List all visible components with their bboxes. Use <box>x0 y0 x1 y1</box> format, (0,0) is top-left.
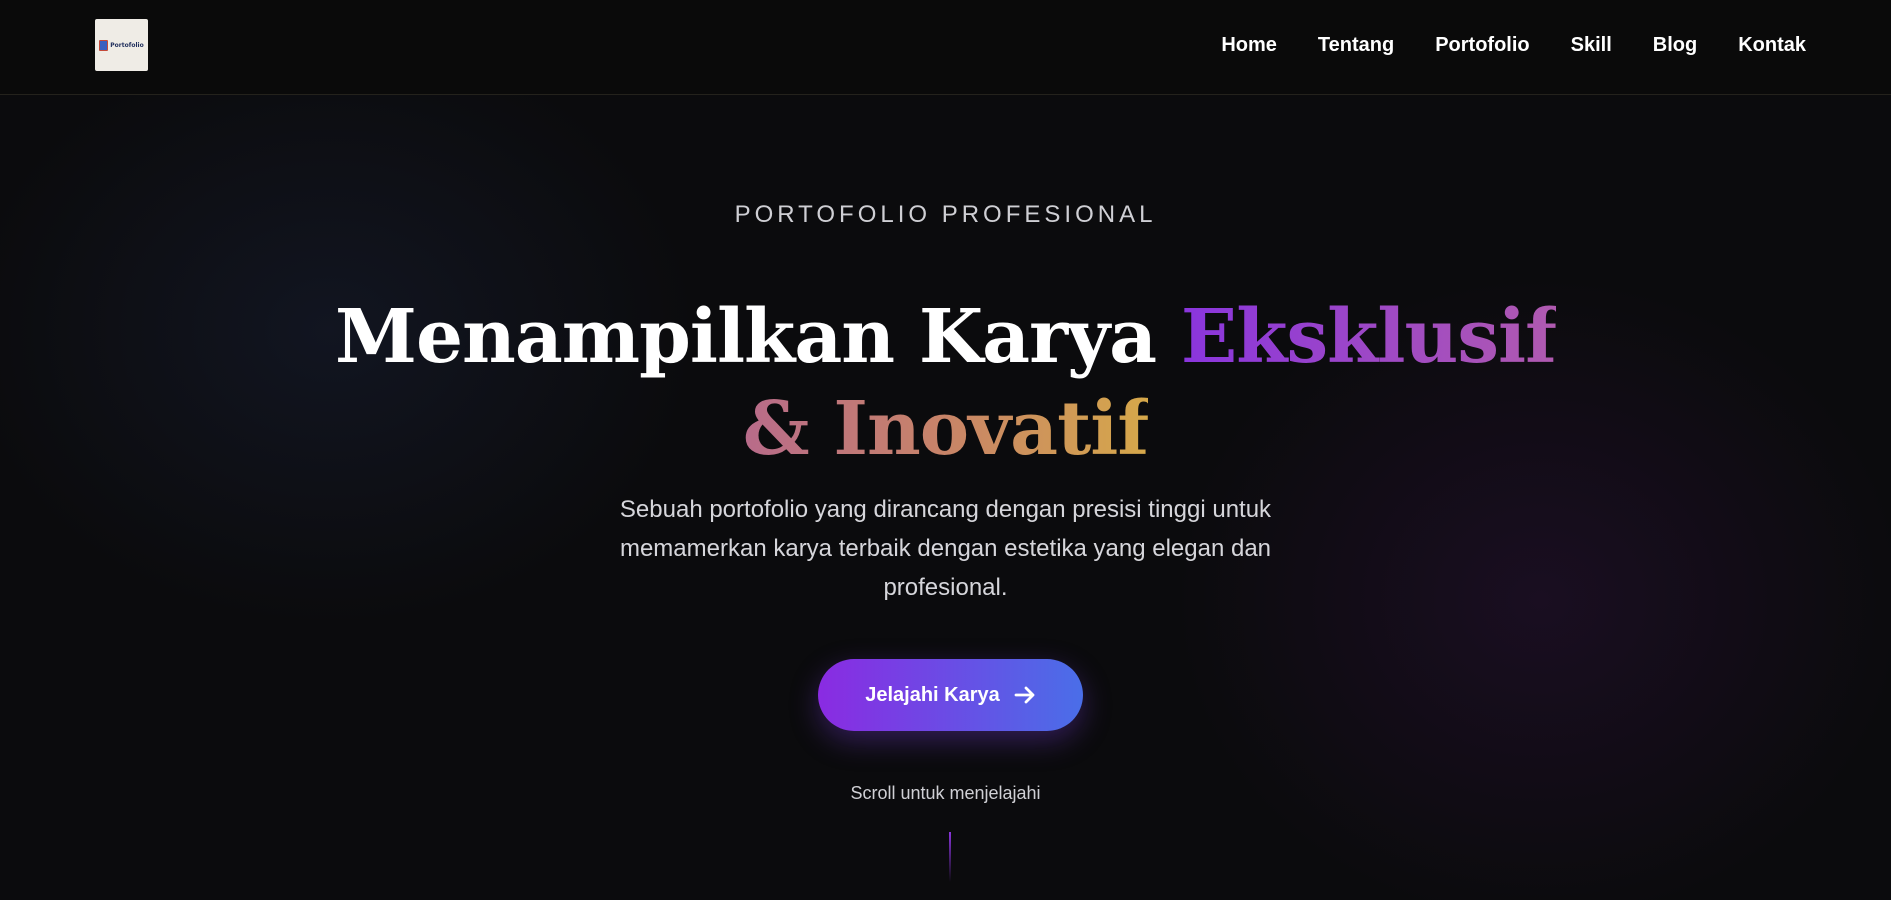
headline-plain: Menampilkan Karya <box>335 294 1181 380</box>
explore-work-label: Jelajahi Karya <box>865 683 1000 706</box>
scroll-hint: Scroll untuk menjelajahi <box>850 783 1041 803</box>
headline-accent-inovatif: & Inovatif <box>742 386 1149 472</box>
main-nav: Home Tentang Portofolio Skill Blog Konta… <box>1221 0 1806 90</box>
site-header: Portofolio Home Tentang Portofolio Skill… <box>0 0 1891 95</box>
hero-eyebrow: PORTOFOLIO PROFESIONAL <box>734 201 1157 228</box>
nav-link-kontak[interactable]: Kontak <box>1738 34 1806 57</box>
nav-link-portofolio[interactable]: Portofolio <box>1435 34 1529 57</box>
nav-link-blog[interactable]: Blog <box>1653 34 1697 57</box>
site-logo[interactable]: Portofolio <box>95 19 148 71</box>
headline-accent-eksklusif: Eksklusif <box>1180 294 1557 380</box>
document-icon <box>99 39 109 51</box>
arrow-right-icon <box>1014 686 1035 704</box>
explore-work-button[interactable]: Jelajahi Karya <box>818 659 1083 731</box>
nav-link-tentang[interactable]: Tentang <box>1318 34 1394 57</box>
hero-subtitle: Sebuah portofolio yang dirancang dengan … <box>619 496 1272 601</box>
nav-link-skill[interactable]: Skill <box>1571 34 1612 57</box>
nav-link-home[interactable]: Home <box>1221 34 1277 57</box>
hero-headline: Menampilkan Karya Eksklusif & Inovatif <box>0 291 1891 475</box>
hero-section: PORTOFOLIO PROFESIONAL Menampilkan Karya… <box>0 95 1891 900</box>
scroll-indicator-line <box>949 832 951 882</box>
logo-text: Portofolio <box>110 41 144 49</box>
